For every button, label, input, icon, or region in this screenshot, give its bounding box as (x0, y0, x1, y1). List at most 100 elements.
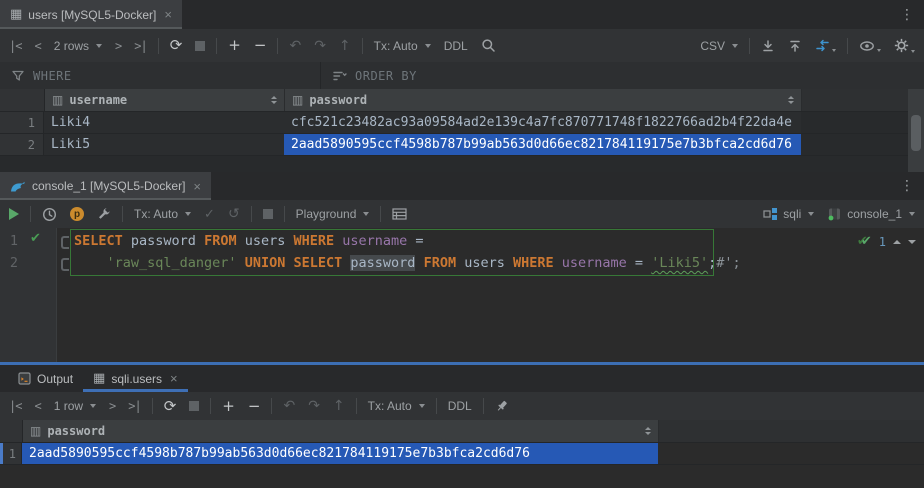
tx-mode-value: Tx: Auto (368, 399, 412, 413)
first-page-button[interactable]: |< (9, 399, 21, 413)
where-placeholder: WHERE (33, 69, 72, 83)
row-filler (658, 443, 924, 464)
playground-mode-select[interactable]: Playground (296, 207, 370, 221)
table-row[interactable]: 2 Liki5 2aad5890595ccf4598b787b99ab563d0… (0, 134, 924, 156)
add-row-button[interactable]: + (222, 399, 235, 414)
stop-icon (195, 41, 205, 51)
inspection-widget: ✔ 1 (861, 234, 916, 249)
statement-fold-marker-icon[interactable] (61, 258, 69, 271)
compare-sync-icon[interactable] (815, 39, 836, 52)
export-format-value: CSV (700, 39, 725, 53)
code-line-1[interactable]: SELECT password FROM users WHERE usernam… (74, 230, 424, 252)
last-page-button[interactable]: >| (134, 39, 146, 53)
column-header-username[interactable]: ▥ username (45, 89, 285, 111)
output-console-icon (18, 372, 31, 385)
sort-toggle-icon[interactable] (271, 96, 277, 104)
toolbar-separator (122, 206, 123, 222)
cell-username[interactable]: Liki4 (44, 112, 284, 133)
row-filler (801, 112, 924, 133)
sort-toggle-icon[interactable] (788, 96, 794, 104)
chevron-down-icon (96, 44, 102, 48)
parameters-badge-icon[interactable]: p (70, 207, 84, 221)
row-number[interactable]: 1 (0, 112, 44, 133)
statement-fold-marker-icon[interactable] (61, 236, 69, 249)
tab-output[interactable]: Output (8, 365, 83, 392)
page-size-select[interactable]: 1 row (54, 399, 96, 413)
export-data-icon[interactable] (761, 39, 775, 53)
redo-icon: ↷ (308, 399, 320, 413)
cell-password[interactable]: cfc521c23482ac93a09584ad2e139c4a7fc87077… (284, 112, 801, 133)
import-data-icon[interactable] (788, 39, 802, 53)
cell-password-selected[interactable]: 2aad5890595ccf4598b787b99ab563d0d66ec821… (284, 134, 801, 155)
settings-gear-icon[interactable] (894, 38, 915, 53)
reload-icon[interactable]: ⟳ (170, 38, 183, 53)
tab-console[interactable]: console_1 [MySQL5-Docker] × (0, 172, 211, 200)
tab-result-grid[interactable]: ▦ sqli.users × (83, 365, 188, 392)
tx-mode-select[interactable]: Tx: Auto (374, 39, 431, 53)
kebab-menu-icon[interactable]: ⋮ (890, 7, 924, 23)
pin-tab-icon[interactable] (495, 399, 509, 413)
tx-mode-select[interactable]: Tx: Auto (134, 207, 191, 221)
scrollbar-thumb[interactable] (911, 115, 921, 151)
search-icon[interactable] (481, 38, 496, 53)
vertical-scrollbar[interactable] (908, 89, 924, 172)
tx-mode-select[interactable]: Tx: Auto (368, 399, 425, 413)
previous-highlight-icon[interactable] (893, 240, 901, 244)
close-icon[interactable]: × (193, 179, 201, 194)
filter-funnel-icon (12, 70, 25, 82)
row-number[interactable]: 1 (0, 443, 22, 464)
column-icon: ▥ (292, 93, 303, 107)
previous-page-button[interactable]: < (34, 399, 40, 413)
row-number-gutter (0, 89, 45, 111)
output-layout-icon[interactable] (392, 208, 407, 220)
wrench-settings-icon[interactable] (97, 207, 111, 221)
ddl-button[interactable]: DDL (448, 399, 472, 413)
header-filler (659, 420, 924, 442)
next-highlight-icon[interactable] (908, 240, 916, 244)
export-format-select[interactable]: CSV (700, 39, 738, 53)
toolbar-separator (362, 38, 363, 54)
column-header-password[interactable]: ▥ password (285, 89, 802, 111)
previous-page-button[interactable]: < (34, 39, 40, 53)
row-number[interactable]: 2 (0, 134, 44, 155)
grid-header-row: ▥ username ▥ password (0, 89, 924, 112)
schema-select[interactable]: sqli (763, 207, 814, 221)
last-page-button[interactable]: >| (128, 399, 140, 413)
cell-password-selected[interactable]: 2aad5890595ccf4598b787b99ab563d0d66ec821… (22, 443, 658, 464)
next-page-button[interactable]: > (115, 39, 121, 53)
tab-users-grid[interactable]: ▦ users [MySQL5-Docker] × (0, 0, 182, 29)
close-icon[interactable]: × (164, 7, 172, 22)
chevron-down-icon (732, 44, 738, 48)
column-header-password[interactable]: ▥ password (23, 420, 659, 442)
delete-row-button[interactable]: − (254, 38, 267, 53)
delete-row-button[interactable]: − (248, 399, 261, 414)
table-row[interactable]: 1 2aad5890595ccf4598b787b99ab563d0d66ec8… (0, 443, 924, 465)
add-row-button[interactable]: + (228, 38, 241, 53)
sql-editor[interactable]: 1 2 ✔ SELECT password FROM users WHERE u… (0, 228, 924, 362)
code-line-2[interactable]: 'raw_sql_danger' UNION SELECT password F… (74, 252, 741, 274)
cell-username[interactable]: Liki5 (44, 134, 284, 155)
toolbar-separator (380, 206, 381, 222)
toolbar-separator (152, 398, 153, 414)
toolbar-separator (216, 38, 217, 54)
chevron-down-icon (909, 212, 915, 216)
history-clock-icon[interactable] (42, 207, 57, 222)
view-options-eye-icon[interactable] (859, 40, 881, 52)
chevron-down-icon (363, 212, 369, 216)
redo-icon: ↷ (314, 39, 326, 53)
first-page-button[interactable]: |< (9, 39, 21, 53)
table-row[interactable]: 1 Liki4 cfc521c23482ac93a09584ad2e139c4a… (0, 112, 924, 134)
session-select[interactable]: console_1 (827, 207, 915, 221)
close-icon[interactable]: × (170, 371, 178, 386)
run-button[interactable] (9, 208, 19, 220)
reload-icon[interactable]: ⟳ (164, 399, 177, 414)
page-size-select[interactable]: 2 rows (54, 39, 102, 53)
toolbar-separator (356, 398, 357, 414)
commit-check-icon: ✓ (204, 208, 215, 221)
where-filter-input[interactable]: WHERE (0, 62, 321, 89)
ddl-button[interactable]: DDL (444, 39, 468, 53)
sort-toggle-icon[interactable] (645, 427, 651, 435)
kebab-menu-icon[interactable]: ⋮ (890, 178, 924, 194)
next-page-button[interactable]: > (109, 399, 115, 413)
order-by-filter-input[interactable]: ORDER BY (321, 62, 429, 89)
